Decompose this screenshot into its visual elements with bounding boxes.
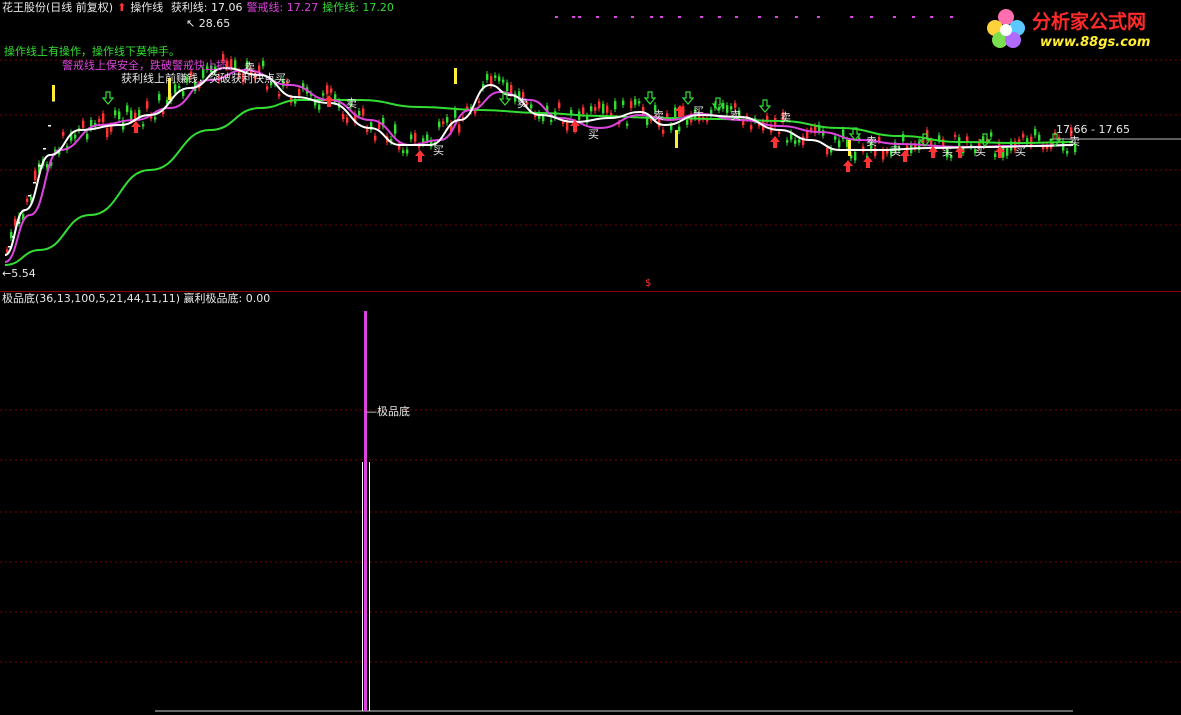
indicator-title[interactable]: 极品底(36,13,100,5,21,44,11,11) [2,292,180,305]
indicator-value: 赢利极品底: 0.00 [183,292,271,305]
signal-label: —极品底 [366,405,410,418]
buy-label: 买 [588,128,599,141]
sell-label: 卖 [653,109,664,122]
buy-label: 买 [693,105,704,118]
note-op-line: 操作线上有操作，操作线下莫伸手。 [4,45,180,58]
buy-label: 买 [433,144,444,157]
top-dots [555,16,953,18]
buy-label: 买 [1015,145,1026,158]
buy-label: 买 [942,145,953,158]
buy-sell-markers [101,91,1062,172]
dollar-marker: $ [645,278,652,289]
sub-chart-header: 极品底(36,13,100,5,21,44,11,11) 赢利极品底: 0.00 [2,292,270,306]
indicator-lines [4,66,1181,266]
signal-bar [364,311,367,711]
sell-label: 卖 [517,97,528,110]
buy-label: 买 [890,145,901,158]
note-profit-line: 获利线上前赚钱，突破获利快点买。 [121,72,297,85]
sell-label: 卖 [730,109,741,122]
signal-bar-edge [369,462,370,711]
sell-label: 卖 [1069,135,1080,148]
low-price-label: ←5.54 [2,267,36,280]
price-range-label: 17.66 - 17.65 [1056,123,1130,136]
sell-label: 卖 [866,135,877,148]
buy-label: 买 [975,145,986,158]
note-warn-line: 警戒线上保安全，跌破警戒快止损。 [62,59,238,72]
sell-label: 卖 [346,97,357,110]
main-price-chart[interactable] [0,0,1181,291]
signal-bar-edge [362,462,363,711]
sell-label: 卖 [780,111,791,124]
sell-label: 卖 [244,61,255,74]
high-price-label: ↖ 28.65 [186,17,231,30]
